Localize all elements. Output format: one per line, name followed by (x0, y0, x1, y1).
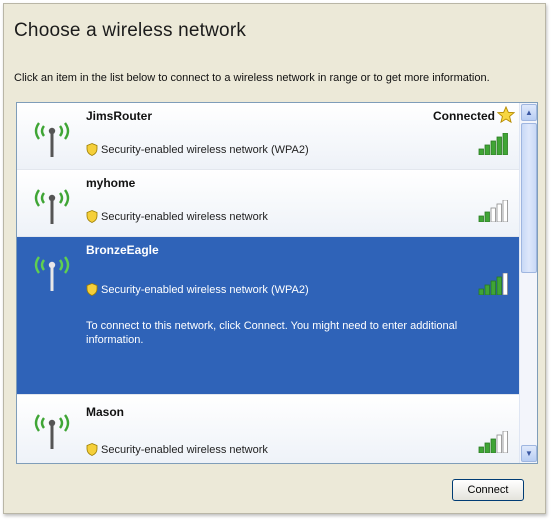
network-item-mason[interactable]: Mason Security-enabled wireless network (17, 395, 519, 463)
security-info: Security-enabled wireless network (86, 210, 268, 223)
connection-status: Connected (432, 109, 495, 123)
signal-bar (484, 442, 490, 453)
network-name: myhome (86, 176, 136, 190)
dialog-title: Choose a wireless network (14, 20, 247, 41)
security-label: Security-enabled wireless network (101, 443, 268, 456)
network-item-myhome[interactable]: myhome Security-enabled wireless network (17, 170, 519, 237)
signal-bar (496, 203, 502, 222)
signal-strength-icon (478, 273, 508, 295)
signal-bar (484, 144, 490, 155)
security-info: Security-enabled wireless network (WPA2) (86, 283, 309, 296)
scroll-down-button[interactable]: ▼ (521, 445, 537, 462)
scroll-down-arrow-icon: ▼ (525, 449, 533, 458)
connect-button[interactable]: Connect (452, 479, 524, 501)
signal-bar (484, 284, 490, 295)
wireless-network-dialog: Choose a wireless network Click an item … (3, 3, 546, 514)
scroll-up-button[interactable]: ▲ (521, 104, 537, 121)
signal-strength-icon (478, 200, 508, 222)
signal-bar (490, 438, 496, 453)
signal-bar (490, 280, 496, 295)
preferred-star-icon (497, 106, 515, 124)
security-info: Security-enabled wireless network (86, 443, 268, 456)
signal-bar (502, 431, 508, 453)
network-item-bronzeeagle[interactable]: BronzeEagle Security-enabled wireless ne… (17, 237, 519, 395)
list-scrollbar[interactable]: ▲ ▼ (519, 103, 537, 463)
signal-strength-icon (478, 133, 508, 155)
instructions-text: Click an item in the list below to conne… (14, 72, 490, 84)
network-list: JimsRouter Connected Security-enabled wi… (16, 102, 538, 464)
security-label: Security-enabled wireless network (101, 210, 268, 223)
wireless-antenna-icon (34, 122, 70, 157)
scroll-thumb[interactable] (521, 123, 537, 273)
signal-bar (478, 288, 484, 295)
network-name: JimsRouter (86, 109, 153, 123)
wireless-antenna-icon (34, 189, 70, 224)
wireless-antenna-icon (34, 256, 70, 291)
security-shield-icon (86, 443, 98, 456)
signal-bar (484, 211, 490, 222)
signal-bar (478, 446, 484, 453)
security-shield-icon (86, 143, 98, 156)
network-name: Mason (86, 405, 125, 419)
signal-bar (496, 276, 502, 295)
security-info: Security-enabled wireless network (WPA2) (86, 143, 309, 156)
security-shield-icon (86, 283, 98, 296)
signal-bar (502, 273, 508, 295)
network-name: BronzeEagle (86, 243, 159, 257)
connect-instructions: To connect to this network, click Connec… (86, 320, 458, 346)
network-item-jimsrouter[interactable]: JimsRouter Connected Security-enabled wi… (17, 103, 519, 170)
wireless-antenna-icon (34, 414, 70, 449)
signal-bar (502, 133, 508, 155)
signal-bar (496, 434, 502, 453)
signal-bar (478, 215, 484, 222)
signal-bar (478, 148, 484, 155)
security-shield-icon (86, 210, 98, 223)
security-label: Security-enabled wireless network (WPA2) (101, 143, 309, 156)
signal-bar (490, 207, 496, 222)
signal-bar (502, 200, 508, 222)
signal-bar (490, 140, 496, 155)
signal-strength-icon (478, 431, 508, 453)
security-label: Security-enabled wireless network (WPA2) (101, 283, 309, 296)
signal-bar (496, 136, 502, 155)
scroll-up-arrow-icon: ▲ (525, 108, 533, 117)
